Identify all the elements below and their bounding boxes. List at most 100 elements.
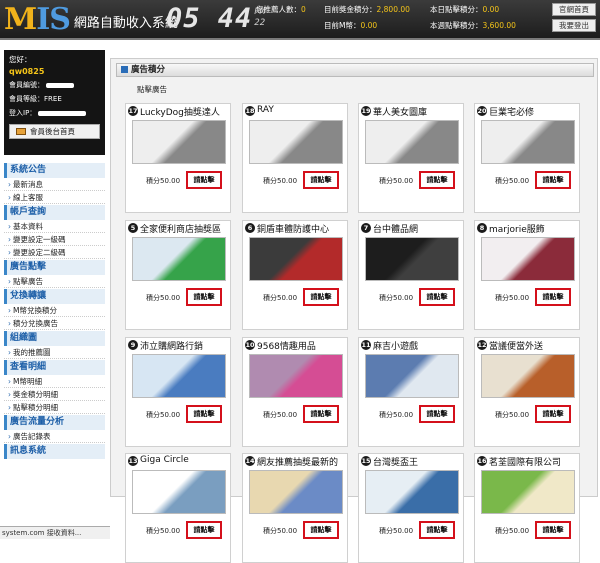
menu-item[interactable]: › 點擊積分明細 — [4, 401, 105, 414]
site-title: 網路自動收入系統 — [73, 16, 178, 31]
menu-item[interactable]: › 線上客服 — [4, 191, 105, 204]
ad-thumbnail[interactable] — [132, 354, 226, 398]
sidebar: 您好： qw0825 會員編號： 會員等級：FREE 登入IP： 會員後台首頁 … — [0, 42, 110, 539]
menu-category[interactable]: 組織圖 — [4, 331, 105, 346]
menu-item[interactable]: › 獎金積分明細 — [4, 388, 105, 401]
ad-thumbnail[interactable] — [481, 120, 575, 164]
chevron-right-icon: › — [8, 222, 11, 231]
ad-thumbnail[interactable] — [481, 237, 575, 281]
stat-m-coins: 目前M幣：0.00 — [324, 21, 378, 30]
menu-item[interactable]: › M幣明細 — [4, 375, 105, 388]
ad-score: 積分50.00 — [495, 294, 530, 302]
menu-item[interactable]: › 變更設定二級碼 — [4, 246, 105, 259]
ad-number: 8 — [477, 223, 487, 233]
click-ad-button[interactable]: 請點擊 — [535, 405, 571, 423]
ad-thumbnail[interactable] — [249, 354, 343, 398]
ad-thumbnail[interactable] — [249, 470, 343, 514]
ad-thumbnail[interactable] — [249, 237, 343, 281]
click-ad-button[interactable]: 請點擊 — [535, 521, 571, 539]
monitor-icon — [16, 128, 26, 135]
ad-score: 積分50.00 — [379, 411, 414, 419]
member-home-button[interactable]: 會員後台首頁 — [9, 124, 100, 139]
ad-thumbnail[interactable] — [365, 120, 459, 164]
ad-card: 19 華人美女圖庫 積分50.00 請點擊 — [358, 103, 464, 213]
menu-category[interactable]: 帳戶查詢 — [4, 205, 105, 220]
menu-category[interactable]: 查看明細 — [4, 360, 105, 375]
ad-score: 積分50.00 — [146, 411, 181, 419]
click-ad-button[interactable]: 請點擊 — [535, 171, 571, 189]
click-ad-button[interactable]: 請點擊 — [303, 405, 339, 423]
chevron-right-icon: › — [8, 377, 11, 386]
ad-score: 積分50.00 — [495, 177, 530, 185]
click-ad-button[interactable]: 請點擊 — [419, 171, 455, 189]
ad-name: 茗荃國際有限公司 — [489, 458, 562, 468]
ad-number: 5 — [128, 223, 138, 233]
ad-name: 沛立購網路行銷 — [140, 342, 204, 352]
menu-category[interactable]: 廣告點擊 — [4, 260, 105, 275]
logout-button[interactable]: 我要登出 — [552, 19, 596, 32]
chevron-right-icon: › — [8, 235, 11, 244]
ad-number: 17 — [128, 106, 138, 116]
site-logo[interactable]: MIS 網路自動收入系統 — [4, 3, 178, 35]
menu-item[interactable]: › 積分兌換廣告 — [4, 317, 105, 330]
ad-thumbnail[interactable] — [132, 237, 226, 281]
menu-category[interactable]: 廣告流量分析 — [4, 415, 105, 430]
ad-score: 積分50.00 — [263, 411, 298, 419]
ad-thumbnail[interactable] — [365, 470, 459, 514]
ad-thumbnail[interactable] — [132, 470, 226, 514]
menu-item[interactable]: › 基本資料 — [4, 220, 105, 233]
ad-card: 17 LuckyDog抽獎達人 積分50.00 請點擊 — [125, 103, 231, 213]
ad-thumbnail[interactable] — [365, 354, 459, 398]
menu-category[interactable]: 訊息系統 — [4, 444, 105, 459]
click-ad-button[interactable]: 請點擊 — [419, 521, 455, 539]
click-ad-button[interactable]: 請點擊 — [419, 288, 455, 306]
chevron-right-icon: › — [8, 248, 11, 257]
ad-thumbnail[interactable] — [249, 120, 343, 164]
ad-thumbnail[interactable] — [481, 470, 575, 514]
page-title: 廣告積分 — [116, 63, 594, 77]
menu-item[interactable]: › 最新消息 — [4, 178, 105, 191]
ad-score: 積分50.00 — [146, 294, 181, 302]
ad-number: 10 — [245, 340, 255, 350]
menu-item-label: 變更設定二級碼 — [13, 248, 66, 257]
menu-item[interactable]: › M幣兌換積分 — [4, 304, 105, 317]
click-ad-button[interactable]: 請點擊 — [186, 288, 222, 306]
click-ad-button[interactable]: 請點擊 — [303, 521, 339, 539]
chevron-right-icon: › — [8, 390, 11, 399]
menu-item-label: 廣告記錄表 — [13, 432, 51, 441]
menu-item[interactable]: › 變更設定一級碼 — [4, 233, 105, 246]
menu-category[interactable]: 兌換轉讓 — [4, 289, 105, 304]
ad-name: RAY — [257, 105, 274, 115]
click-ad-button[interactable]: 請點擊 — [303, 171, 339, 189]
ad-number: 7 — [361, 223, 371, 233]
ad-score: 積分50.00 — [495, 411, 530, 419]
click-ad-button[interactable]: 請點擊 — [303, 288, 339, 306]
menu-item[interactable]: › 點擊廣告 — [4, 275, 105, 288]
click-ad-button[interactable]: 請點擊 — [186, 171, 222, 189]
ad-thumbnail[interactable] — [132, 120, 226, 164]
menu-category[interactable]: 系統公告 — [4, 163, 105, 178]
click-ad-button[interactable]: 請點擊 — [419, 405, 455, 423]
ad-score: 積分50.00 — [495, 527, 530, 535]
ad-card: 12 當議便當外送 積分50.00 請點擊 — [474, 337, 580, 447]
chevron-right-icon: › — [8, 306, 11, 315]
digital-clock: 05 44 PM 22 — [166, 4, 265, 34]
ad-thumbnail[interactable] — [365, 237, 459, 281]
menu-item[interactable]: › 廣告記錄表 — [4, 430, 105, 443]
member-level: 會員等級：FREE — [9, 95, 62, 103]
stat-referrals: 您推薦人數：0 — [256, 5, 306, 14]
menu-item-label: 變更設定一級碼 — [13, 235, 66, 244]
ad-number: 9 — [128, 340, 138, 350]
section-subtitle: 點擊廣告 — [137, 85, 167, 94]
menu-item-label: 點擊廣告 — [13, 277, 43, 286]
click-ad-button[interactable]: 請點擊 — [186, 521, 222, 539]
ad-thumbnail[interactable] — [481, 354, 575, 398]
menu-item[interactable]: › 我的推薦圖 — [4, 346, 105, 359]
ad-number: 18 — [245, 106, 255, 116]
stat-today-click: 本日點擊積分：0.00 — [430, 5, 500, 14]
click-ad-button[interactable]: 請點擊 — [535, 288, 571, 306]
click-ad-button[interactable]: 請點擊 — [186, 405, 222, 423]
official-home-button[interactable]: 官網首頁 — [552, 3, 596, 16]
menu-item-label: 最新消息 — [13, 180, 43, 189]
chevron-right-icon: › — [8, 193, 11, 202]
